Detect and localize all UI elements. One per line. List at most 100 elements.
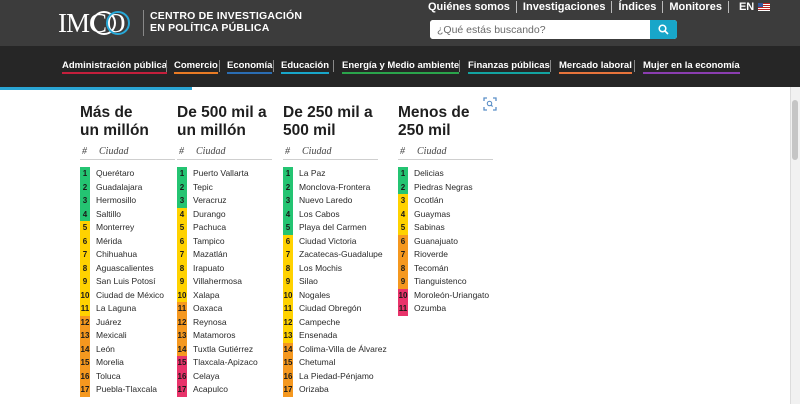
city-name: La Piedad-Pénjamo bbox=[299, 370, 374, 381]
top-nav: Quiénes somos Investigaciones Índices Mo… bbox=[428, 0, 771, 14]
rank-badge: 2 bbox=[398, 180, 408, 194]
rank-badge: 5 bbox=[398, 221, 408, 235]
top-link-investigaciones[interactable]: Investigaciones bbox=[523, 1, 606, 13]
rank-badge: 1 bbox=[80, 167, 90, 181]
scrollbar-thumb[interactable] bbox=[792, 100, 798, 160]
expand-icon[interactable] bbox=[483, 97, 497, 111]
city-name: Campeche bbox=[299, 316, 341, 327]
language-switch[interactable]: EN bbox=[739, 1, 771, 13]
city-name: Toluca bbox=[96, 370, 121, 381]
column-title-line2: 250 mil bbox=[398, 122, 451, 139]
menu-item-energia-medio-ambiente[interactable]: Energía y Medio ambiente bbox=[342, 60, 460, 74]
menu-item-comercio[interactable]: Comercio bbox=[174, 60, 218, 74]
rank-badge: 5 bbox=[283, 221, 293, 235]
column-title-line2: 500 mil bbox=[283, 122, 336, 139]
city-name: Tepic bbox=[193, 181, 213, 192]
org-name-line2: EN POLÍTICA PÚBLICA bbox=[150, 22, 270, 34]
city-name: Puebla-Tlaxcala bbox=[96, 384, 157, 394]
city-name: Guaymas bbox=[414, 208, 451, 219]
search-button[interactable] bbox=[650, 20, 677, 39]
menu-underline bbox=[227, 72, 273, 74]
search-input[interactable] bbox=[430, 20, 650, 39]
column-title-line2: un millón bbox=[177, 122, 246, 139]
rank-badge: 14 bbox=[177, 342, 187, 356]
city-name: Mazatlán bbox=[193, 249, 228, 259]
org-name-line1: CENTRO DE INVESTIGACIÓN bbox=[150, 10, 303, 22]
column-title: De 500 mil a un millón bbox=[177, 104, 267, 140]
menu-item-administracion-publica[interactable]: Administración pública bbox=[62, 60, 168, 74]
menu-divider bbox=[459, 60, 460, 72]
menu-item-label: Administración pública bbox=[62, 60, 168, 71]
menu-item-label: Educación bbox=[281, 60, 330, 71]
rank-badge: 1 bbox=[283, 167, 293, 181]
column-title-line1: Menos de bbox=[398, 104, 470, 121]
city-name: Colima-Villa de Álvarez bbox=[299, 343, 387, 354]
city-header: Ciudad bbox=[302, 146, 332, 157]
rank-badge: 1 bbox=[398, 167, 408, 181]
menu-item-label: Comercio bbox=[174, 60, 218, 71]
top-link-quienes-somos[interactable]: Quiénes somos bbox=[428, 1, 510, 13]
city-name: Tuxtla Gutiérrez bbox=[193, 343, 254, 354]
menu-item-economia[interactable]: Economía bbox=[227, 60, 273, 74]
menu-item-label: Economía bbox=[227, 60, 273, 71]
rank-badge: 2 bbox=[283, 180, 293, 194]
column-header: # Ciudad bbox=[80, 144, 175, 160]
city-name: Morelia bbox=[96, 357, 124, 367]
rank-badge: 2 bbox=[80, 180, 90, 194]
menu-divider bbox=[166, 60, 167, 72]
city-name: Irapuato bbox=[193, 262, 225, 273]
menu-item-label: Energía y Medio ambiente bbox=[342, 60, 460, 71]
column-title-line1: De 250 mil a bbox=[283, 104, 373, 121]
rank-badge: 16 bbox=[80, 369, 90, 383]
rank-badge: 12 bbox=[80, 315, 90, 329]
city-name: Tampico bbox=[193, 235, 225, 246]
menu-item-educacion[interactable]: Educación bbox=[281, 60, 330, 74]
city-name: Guadalajara bbox=[96, 181, 143, 192]
main-menu: Administración pública Comercio Economía… bbox=[0, 46, 800, 87]
rank-badge: 10 bbox=[398, 288, 408, 302]
top-link-monitores[interactable]: Monitores bbox=[669, 1, 722, 13]
rank-badge: 4 bbox=[283, 207, 293, 221]
site-header: IMCO CENTRO DE INVESTIGACIÓN EN POLÍTICA… bbox=[0, 0, 800, 46]
menu-underline bbox=[281, 72, 330, 74]
city-name: Pachuca bbox=[193, 222, 227, 232]
city-name: Tlaxcala-Apizaco bbox=[193, 357, 258, 367]
city-name: Tecomán bbox=[414, 262, 449, 273]
city-name: Zacatecas-Guadalupe bbox=[299, 249, 383, 259]
city-name: Acapulco bbox=[193, 384, 228, 394]
language-label[interactable]: EN bbox=[739, 1, 754, 13]
imco-logo[interactable]: IMCO bbox=[58, 7, 138, 39]
column-title: Menos de 250 mil bbox=[398, 104, 469, 140]
rank-badge: 2 bbox=[177, 180, 187, 194]
city-name: Silao bbox=[299, 276, 318, 286]
city-name: Xalapa bbox=[193, 289, 220, 300]
rank-badge: 3 bbox=[177, 194, 187, 208]
city-header: Ciudad bbox=[196, 146, 226, 157]
rank-badge: 5 bbox=[80, 221, 90, 235]
city-name: Moroleón-Uriangato bbox=[414, 289, 490, 300]
city-name: La Laguna bbox=[96, 303, 137, 313]
rank-badge: 11 bbox=[283, 302, 293, 316]
top-link-indices[interactable]: Índices bbox=[618, 1, 656, 13]
rank-badge: 1 bbox=[177, 167, 187, 181]
city-header: Ciudad bbox=[417, 146, 447, 157]
rank-badge: 15 bbox=[283, 356, 293, 370]
city-name: Celaya bbox=[193, 370, 220, 381]
city-name: Mérida bbox=[96, 235, 122, 246]
menu-item-mercado-laboral[interactable]: Mercado laboral bbox=[559, 60, 632, 74]
rank-header: # bbox=[400, 146, 405, 157]
rank-badge: 8 bbox=[80, 261, 90, 275]
column-title: De 250 mil a 500 mil bbox=[283, 104, 373, 140]
menu-item-mujer-en-la-economia[interactable]: Mujer en la economía bbox=[643, 60, 740, 74]
page: IMCO CENTRO DE INVESTIGACIÓN EN POLÍTICA… bbox=[0, 0, 800, 404]
city-name: Oaxaca bbox=[193, 303, 223, 313]
menu-item-finanzas-publicas[interactable]: Finanzas públicas bbox=[468, 60, 550, 74]
rank-badge: 8 bbox=[177, 261, 187, 275]
rank-badge: 14 bbox=[283, 342, 293, 356]
rank-badge: 17 bbox=[177, 383, 187, 397]
column-header: # Ciudad bbox=[283, 144, 378, 160]
city-name: Tianguistenco bbox=[414, 276, 467, 286]
menu-divider bbox=[333, 60, 334, 72]
city-name: Reynosa bbox=[193, 316, 227, 327]
rank-badge: 16 bbox=[177, 369, 187, 383]
